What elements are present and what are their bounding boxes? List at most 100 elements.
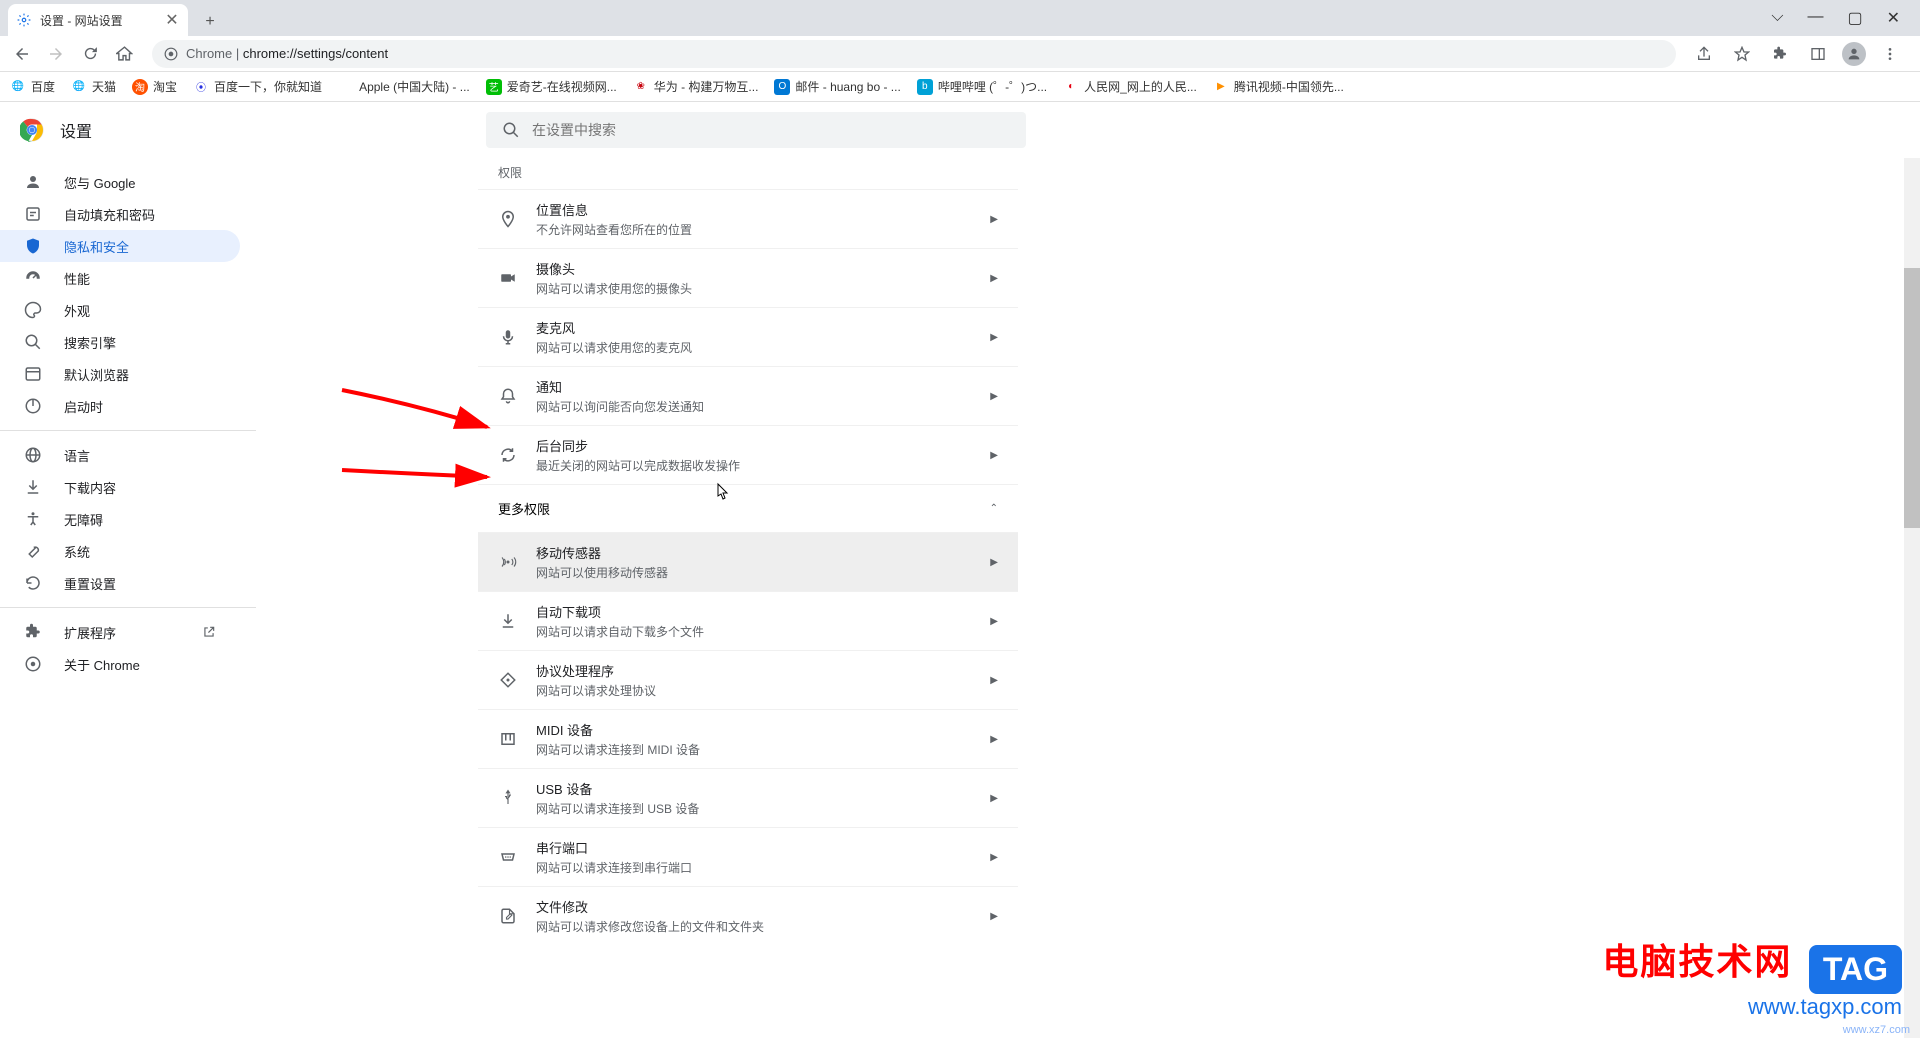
chevron-right-icon: ▶: [990, 557, 998, 568]
maximize-icon[interactable]: ▢: [1847, 8, 1862, 28]
row-usb[interactable]: USB 设备网站可以请求连接到 USB 设备 ▶: [478, 768, 1018, 827]
row-file-edit[interactable]: 文件修改网站可以请求修改您设备上的文件和文件夹 ▶: [478, 886, 1018, 945]
chevron-right-icon: ▶: [990, 616, 998, 627]
home-button[interactable]: [110, 40, 138, 68]
sidebar-item-extensions[interactable]: 扩展程序: [0, 616, 240, 648]
site-icon: ❀: [633, 79, 649, 95]
bookmark-item[interactable]: ❀华为 - 构建万物互...: [633, 78, 759, 95]
sidepanel-icon[interactable]: [1804, 40, 1832, 68]
sidebar-item-reset[interactable]: 重置设置: [0, 567, 240, 599]
download-icon: [498, 612, 518, 630]
site-icon: ⦿: [193, 79, 209, 95]
address-bar[interactable]: Chrome | chrome://settings/content: [152, 40, 1676, 68]
sidebar-item-search-engine[interactable]: 搜索引擎: [0, 326, 240, 358]
settings-content: 权限 位置信息不允许网站查看您所在的位置 ▶ 摄像头网站可以请求使用您的摄像头 …: [478, 158, 1018, 1038]
sidebar-item-default-browser[interactable]: 默认浏览器: [0, 358, 240, 390]
new-tab-button[interactable]: +: [196, 8, 224, 36]
divider: [0, 607, 256, 608]
row-location[interactable]: 位置信息不允许网站查看您所在的位置 ▶: [478, 189, 1018, 248]
piano-icon: [498, 730, 518, 748]
row-camera[interactable]: 摄像头网站可以请求使用您的摄像头 ▶: [478, 248, 1018, 307]
chevron-right-icon: ▶: [990, 273, 998, 284]
sidebar-item-performance[interactable]: 性能: [0, 262, 240, 294]
bookmark-item[interactable]: 艺爱奇艺-在线视频网...: [486, 78, 617, 95]
browser-icon: [24, 365, 44, 383]
close-tab-icon[interactable]: ✕: [164, 12, 180, 28]
settings-search[interactable]: [486, 112, 1026, 148]
sidebar-item-appearance[interactable]: 外观: [0, 294, 240, 326]
chevron-right-icon: ▶: [990, 450, 998, 461]
row-auto-downloads[interactable]: 自动下载项网站可以请求自动下载多个文件 ▶: [478, 591, 1018, 650]
sidebar-item-startup[interactable]: 启动时: [0, 390, 240, 422]
sidebar-item-about[interactable]: 关于 Chrome: [0, 648, 240, 680]
search-input[interactable]: [532, 122, 1010, 138]
bookmark-item[interactable]: ◐人民网_网上的人民...: [1063, 78, 1197, 95]
bookmark-item[interactable]: O邮件 - huang bo - ...: [774, 78, 900, 95]
sidebar-item-language[interactable]: 语言: [0, 439, 240, 471]
minimize-icon[interactable]: —: [1807, 8, 1823, 28]
row-background-sync[interactable]: 后台同步最近关闭的网站可以完成数据收发操作 ▶: [478, 425, 1018, 484]
chevron-right-icon: ▶: [990, 391, 998, 402]
row-serial[interactable]: 串行端口网站可以请求连接到串行端口 ▶: [478, 827, 1018, 886]
download-icon: [24, 478, 44, 496]
watermark-small: www.xz7.com: [1843, 1024, 1910, 1036]
camera-icon: [498, 269, 518, 287]
bookmark-item[interactable]: Apple (中国大陆) - ...: [338, 78, 470, 95]
profile-avatar[interactable]: [1842, 42, 1866, 66]
chevron-down-icon[interactable]: ⌵: [1771, 8, 1783, 28]
external-link-icon: [202, 625, 216, 639]
location-icon: [498, 210, 518, 228]
sync-icon: [498, 446, 518, 464]
bookmark-item[interactable]: 🌐百度: [10, 78, 55, 95]
chevron-right-icon: ▶: [990, 214, 998, 225]
settings-sidebar: 您与 Google 自动填充和密码 隐私和安全 性能 外观 搜索引擎 默认浏览器…: [0, 158, 256, 1038]
back-button[interactable]: [8, 40, 36, 68]
chevron-right-icon: ▶: [990, 852, 998, 863]
site-icon: ◐: [1063, 79, 1079, 95]
reload-button[interactable]: [76, 40, 104, 68]
row-notifications[interactable]: 通知网站可以询问能否向您发送通知 ▶: [478, 366, 1018, 425]
chrome-logo-icon: [20, 118, 44, 142]
sidebar-item-system[interactable]: 系统: [0, 535, 240, 567]
sidebar-item-privacy[interactable]: 隐私和安全: [0, 230, 240, 262]
chevron-right-icon: ▶: [990, 793, 998, 804]
usb-icon: [498, 789, 518, 807]
sidebar-item-accessibility[interactable]: 无障碍: [0, 503, 240, 535]
browser-tab[interactable]: 设置 - 网站设置 ✕: [8, 4, 188, 36]
person-icon: [24, 173, 44, 191]
sensor-icon: [498, 553, 518, 571]
row-microphone[interactable]: 麦克风网站可以请求使用您的麦克风 ▶: [478, 307, 1018, 366]
bookmark-item[interactable]: 🌐天猫: [71, 78, 116, 95]
chevron-right-icon: ▶: [990, 911, 998, 922]
bookmark-item[interactable]: ▶腾讯视频-中国领先...: [1213, 78, 1344, 95]
divider: [0, 430, 256, 431]
browser-toolbar: Chrome | chrome://settings/content: [0, 36, 1920, 72]
forward-button[interactable]: [42, 40, 70, 68]
site-icon: b: [917, 79, 933, 95]
search-icon: [24, 333, 44, 351]
bookmark-item[interactable]: ⦿百度一下，你就知道: [193, 78, 322, 95]
chevron-right-icon: ▶: [990, 734, 998, 745]
tab-title: 设置 - 网站设置: [40, 12, 156, 29]
sidebar-item-downloads[interactable]: 下载内容: [0, 471, 240, 503]
sidebar-item-autofill[interactable]: 自动填充和密码: [0, 198, 240, 230]
bookmark-star-icon[interactable]: [1728, 40, 1756, 68]
menu-icon[interactable]: [1876, 40, 1904, 68]
share-icon[interactable]: [1690, 40, 1718, 68]
autofill-icon: [24, 205, 44, 223]
settings-header: 设置: [0, 102, 1920, 158]
chrome-info-icon: [164, 47, 178, 61]
bookmark-item[interactable]: b哔哩哔哩 (゜-゜)つ...: [917, 78, 1047, 95]
search-icon: [502, 121, 520, 139]
vertical-scrollbar[interactable]: [1904, 158, 1920, 1038]
row-midi[interactable]: MIDI 设备网站可以请求连接到 MIDI 设备 ▶: [478, 709, 1018, 768]
more-permissions-toggle[interactable]: 更多权限 ⌃: [478, 484, 1018, 532]
close-icon[interactable]: ✕: [1887, 8, 1900, 28]
section-label: 权限: [478, 158, 1018, 189]
bookmark-item[interactable]: 淘淘宝: [132, 78, 177, 95]
row-protocol-handlers[interactable]: 协议处理程序网站可以请求处理协议 ▶: [478, 650, 1018, 709]
row-motion-sensors[interactable]: 移动传感器网站可以使用移动传感器 ▶: [478, 532, 1018, 591]
extensions-icon[interactable]: [1766, 40, 1794, 68]
scroll-thumb[interactable]: [1904, 268, 1920, 528]
sidebar-item-you-google[interactable]: 您与 Google: [0, 166, 240, 198]
